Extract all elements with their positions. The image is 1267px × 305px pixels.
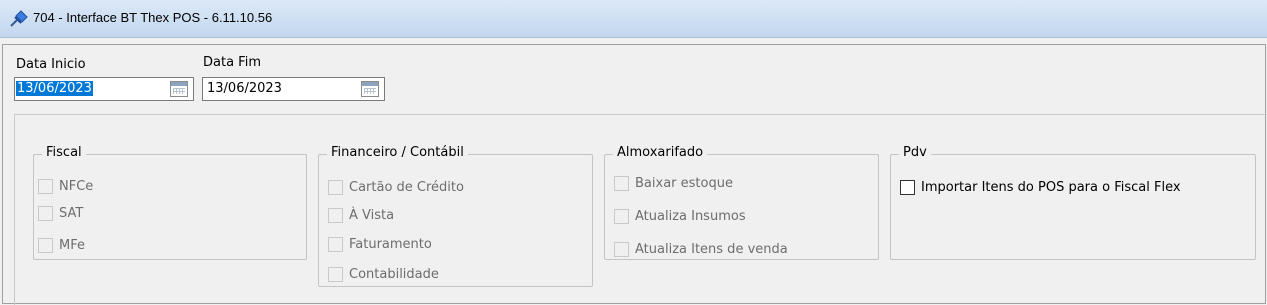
checkbox-mfe[interactable]: MFe [38,235,85,255]
checkbox-box[interactable] [614,175,629,191]
group-almoxarifado-label: Almoxarifado [613,145,708,160]
checkbox-label: NFCe [59,178,94,194]
checkbox-cartao-credito[interactable]: Cartão de Crédito [328,177,464,197]
window-title: 704 - Interface BT Thex POS - 6.11.10.56 [33,10,273,25]
end-date-value[interactable]: 13/06/2023 [206,81,283,96]
checkbox-box[interactable] [38,205,53,221]
start-date-label: Data Inicio [16,57,86,72]
checkbox-atualiza-itens-venda[interactable]: Atualiza Itens de venda [614,239,788,259]
checkbox-a-vista[interactable]: À Vista [328,205,394,225]
end-date-label: Data Fim [203,55,261,70]
checkbox-box[interactable] [900,179,915,195]
checkbox-box[interactable] [328,207,343,223]
checkbox-box[interactable] [614,241,629,257]
checkbox-contabilidade[interactable]: Contabilidade [328,264,439,284]
checkbox-baixar-estoque[interactable]: Baixar estoque [614,173,733,193]
start-date-field[interactable]: 13/06/2023 [14,77,194,101]
title-bar: 704 - Interface BT Thex POS - 6.11.10.56 [0,0,1267,38]
checkbox-label: Cartão de Crédito [349,179,464,195]
checkbox-label: Importar Itens do POS para o Fiscal Flex [921,179,1181,195]
checkbox-sat[interactable]: SAT [38,203,83,223]
checkbox-box[interactable] [38,237,53,253]
checkbox-box[interactable] [328,179,343,195]
checkbox-label: Baixar estoque [635,175,733,191]
group-fiscal-label: Fiscal [42,145,86,160]
group-financeiro-label: Financeiro / Contábil [327,145,468,160]
checkbox-label: MFe [59,237,85,253]
group-pdv: Pdv [890,145,1256,260]
checkbox-nfce[interactable]: NFCe [38,176,93,196]
checkbox-label: Contabilidade [349,266,439,282]
group-pdv-label: Pdv [899,145,931,160]
calendar-icon[interactable] [361,81,379,97]
checkbox-atualiza-insumos[interactable]: Atualiza Insumos [614,206,746,226]
checkbox-label: Faturamento [349,236,432,252]
checkbox-label: Atualiza Itens de venda [635,241,788,257]
checkbox-label: Atualiza Insumos [635,208,746,224]
checkbox-box[interactable] [38,178,53,194]
start-date-value[interactable]: 13/06/2023 [16,81,93,96]
calendar-icon[interactable] [170,81,188,97]
checkbox-label: SAT [59,205,84,221]
pin-icon [10,10,28,27]
end-date-field[interactable]: 13/06/2023 [202,77,385,101]
checkbox-box[interactable] [614,208,629,224]
checkbox-box[interactable] [328,236,343,252]
checkbox-box[interactable] [328,266,343,282]
checkbox-label: À Vista [349,207,395,223]
checkbox-importar-itens-pos[interactable]: Importar Itens do POS para o Fiscal Flex [900,177,1181,197]
checkbox-faturamento[interactable]: Faturamento [328,234,432,254]
